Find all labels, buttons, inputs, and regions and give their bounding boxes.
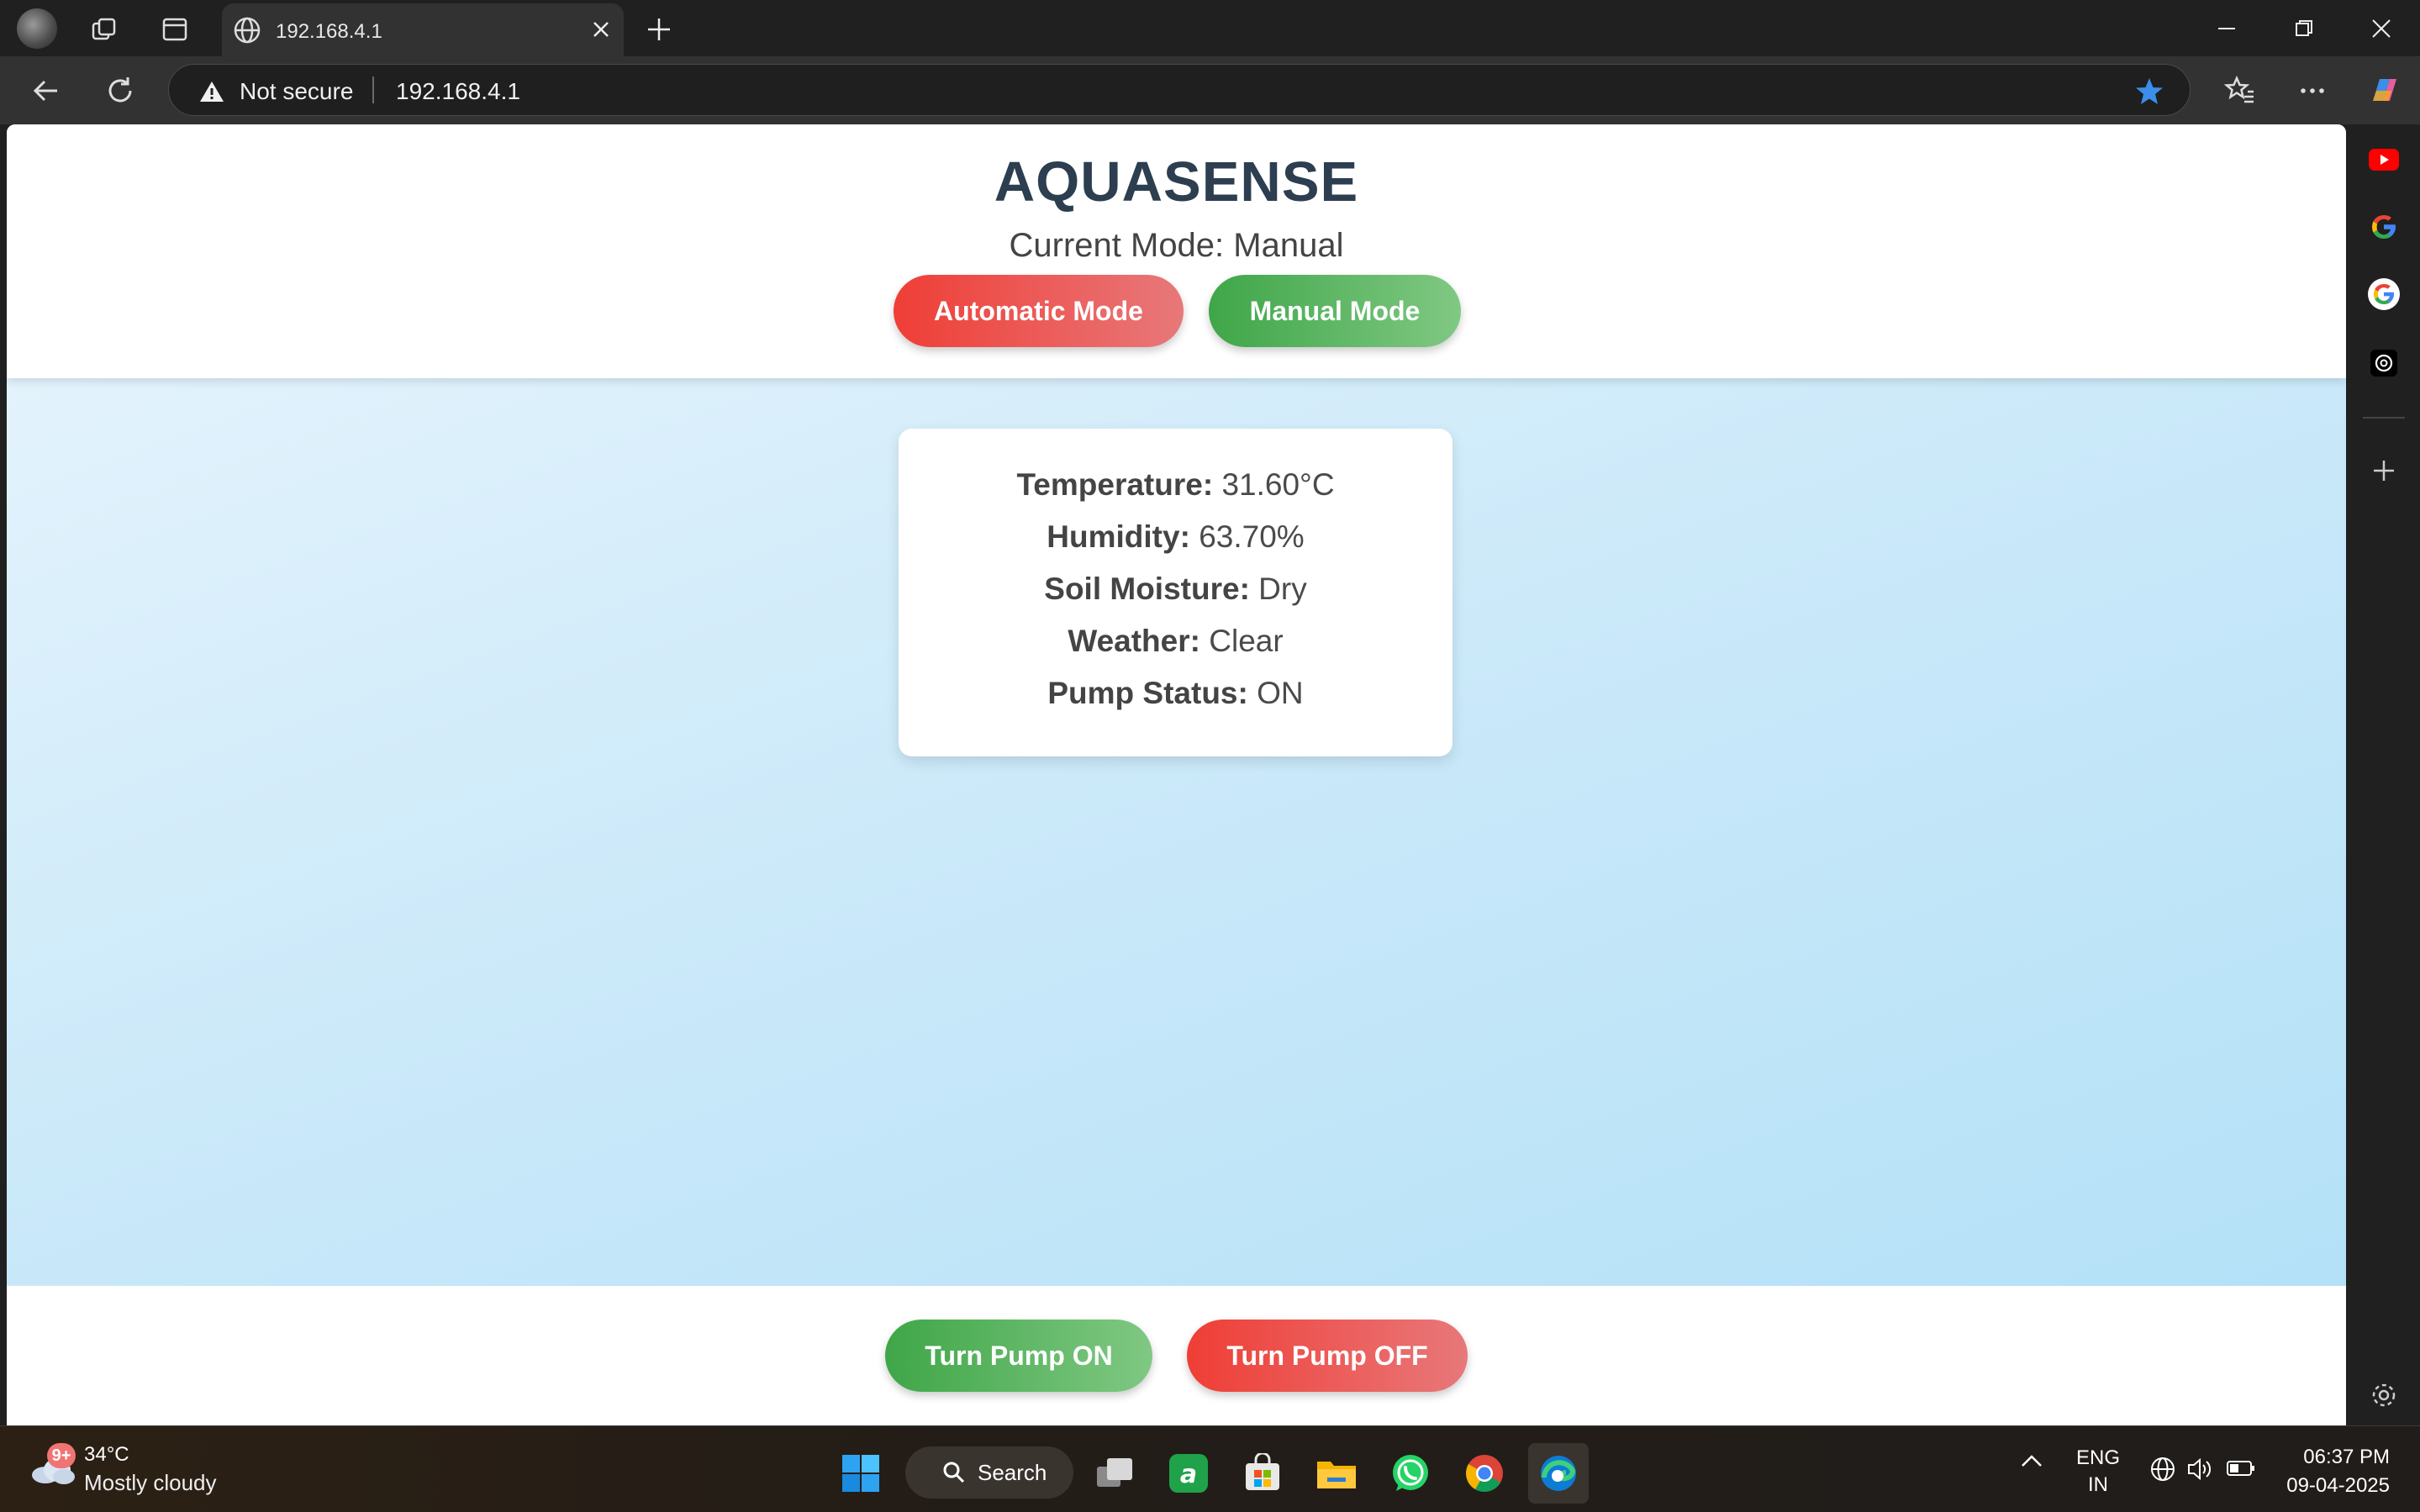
restore-button[interactable] bbox=[2266, 8, 2342, 49]
sensor-label: Soil Moisture: bbox=[1044, 572, 1250, 606]
favorite-star-icon[interactable] bbox=[2134, 76, 2164, 111]
turn-pump-on-button[interactable]: Turn Pump ON bbox=[885, 1320, 1152, 1392]
active-tab[interactable]: 192.168.4.1 bbox=[222, 3, 624, 56]
search-icon bbox=[943, 1462, 965, 1483]
network-globe-icon[interactable] bbox=[2148, 1455, 2177, 1489]
app-a-icon[interactable]: a bbox=[1158, 1443, 1219, 1504]
sensor-row-pump-status: Pump Status: ON bbox=[899, 676, 1453, 711]
chatgpt-icon[interactable] bbox=[2365, 345, 2402, 382]
current-mode-line: Current Mode: Manual bbox=[7, 227, 2346, 265]
sensor-value: 63.70% bbox=[1199, 519, 1305, 554]
page-viewport: AQUASENSE Current Mode: Manual Automatic… bbox=[7, 124, 2346, 1425]
current-mode-label: Current Mode: bbox=[1009, 227, 1234, 264]
svg-text:a: a bbox=[1180, 1460, 1197, 1489]
security-label[interactable]: Not secure bbox=[240, 78, 353, 105]
youtube-icon[interactable] bbox=[2365, 141, 2402, 178]
workspaces-icon[interactable] bbox=[86, 11, 123, 48]
region-code: IN bbox=[2088, 1473, 2108, 1496]
pump-control-footer: Turn Pump ON Turn Pump OFF bbox=[7, 1286, 2346, 1425]
warning-icon[interactable] bbox=[199, 80, 224, 108]
taskbar-clock[interactable]: 06:37 PM 09-04-2025 bbox=[2286, 1443, 2390, 1500]
sidebar-settings-gear-icon[interactable] bbox=[2365, 1377, 2402, 1414]
windows-taskbar: 9+ 34°C Mostly cloudy Search a ENG IN 06… bbox=[0, 1425, 2420, 1512]
sensor-label: Humidity: bbox=[1047, 519, 1190, 554]
app-header: AQUASENSE Current Mode: Manual Automatic… bbox=[7, 124, 2346, 378]
page-title: AQUASENSE bbox=[994, 150, 1359, 213]
browser-tab-strip: 192.168.4.1 bbox=[0, 0, 2420, 56]
tab-title: 192.168.4.1 bbox=[276, 20, 382, 43]
language-code: ENG bbox=[2076, 1446, 2121, 1469]
address-divider bbox=[372, 76, 374, 103]
add-sidebar-app-icon[interactable] bbox=[2365, 452, 2402, 489]
sensor-value: ON bbox=[1257, 676, 1304, 710]
sidebar-divider bbox=[2363, 417, 2405, 419]
more-options-icon[interactable] bbox=[2291, 70, 2333, 112]
sensor-row-humidity: Humidity: 63.70% bbox=[899, 519, 1453, 555]
sensor-row-soil-moisture: Soil Moisture: Dry bbox=[899, 572, 1453, 607]
minimize-button[interactable] bbox=[2189, 8, 2264, 49]
url-text[interactable]: 192.168.4.1 bbox=[396, 78, 520, 105]
edge-icon[interactable] bbox=[1528, 1443, 1589, 1504]
volume-icon[interactable] bbox=[2185, 1455, 2214, 1489]
sensor-row-temperature: Temperature: 31.60°C bbox=[899, 467, 1453, 503]
current-mode-value: Manual bbox=[1233, 227, 1344, 264]
back-arrow-icon[interactable] bbox=[25, 70, 67, 112]
weather-notification-badge: 9+ bbox=[47, 1443, 76, 1468]
sensor-label: Weather: bbox=[1068, 624, 1200, 658]
file-explorer-icon[interactable] bbox=[1306, 1443, 1367, 1504]
windows-start-icon[interactable] bbox=[830, 1443, 891, 1504]
task-view-icon[interactable] bbox=[1084, 1443, 1145, 1504]
clock-time: 06:37 PM bbox=[2303, 1446, 2390, 1468]
sensor-value: 31.60°C bbox=[1221, 467, 1335, 502]
new-tab-icon[interactable] bbox=[641, 11, 677, 48]
chrome-icon[interactable] bbox=[1454, 1443, 1515, 1504]
weather-temperature[interactable]: 34°C bbox=[84, 1443, 129, 1467]
google-circle-icon[interactable] bbox=[2365, 276, 2402, 313]
favorites-icon[interactable] bbox=[2219, 70, 2261, 112]
whatsapp-icon[interactable] bbox=[1380, 1443, 1441, 1504]
turn-pump-off-button[interactable]: Turn Pump OFF bbox=[1187, 1320, 1468, 1392]
browser-sidebar bbox=[2348, 124, 2420, 1425]
dashboard-area: Temperature: 31.60°C Humidity: 63.70% So… bbox=[7, 378, 2346, 1286]
weather-condition[interactable]: Mostly cloudy bbox=[84, 1470, 217, 1496]
sensor-value: Clear bbox=[1209, 624, 1284, 658]
sensor-label: Temperature: bbox=[1016, 467, 1214, 502]
close-tab-icon[interactable] bbox=[588, 17, 614, 46]
battery-icon[interactable] bbox=[2226, 1457, 2256, 1486]
address-bar[interactable]: Not secure 192.168.4.1 bbox=[168, 64, 2191, 116]
google-icon[interactable] bbox=[2365, 208, 2402, 245]
tab-actions-icon[interactable] bbox=[156, 11, 193, 48]
clock-date: 09-04-2025 bbox=[2286, 1474, 2390, 1497]
search-label: Search bbox=[978, 1459, 1047, 1485]
microsoft-store-icon[interactable] bbox=[1232, 1443, 1293, 1504]
sensor-value: Dry bbox=[1258, 572, 1307, 606]
show-hidden-icons-chevron[interactable] bbox=[2019, 1451, 2044, 1476]
taskbar-search[interactable]: Search bbox=[905, 1446, 1073, 1499]
language-indicator[interactable]: ENG IN bbox=[2076, 1445, 2120, 1499]
close-window-button[interactable] bbox=[2344, 8, 2419, 49]
profile-avatar[interactable] bbox=[17, 8, 57, 49]
automatic-mode-button[interactable]: Automatic Mode bbox=[894, 275, 1184, 347]
refresh-icon[interactable] bbox=[99, 70, 141, 112]
sensor-card: Temperature: 31.60°C Humidity: 63.70% So… bbox=[899, 429, 1453, 756]
globe-icon bbox=[232, 15, 262, 50]
browser-toolbar: Not secure 192.168.4.1 bbox=[0, 56, 2420, 124]
sensor-label: Pump Status: bbox=[1047, 676, 1248, 710]
copilot-icon[interactable] bbox=[2364, 70, 2406, 112]
manual-mode-button[interactable]: Manual Mode bbox=[1209, 275, 1461, 347]
sensor-row-weather: Weather: Clear bbox=[899, 624, 1453, 659]
